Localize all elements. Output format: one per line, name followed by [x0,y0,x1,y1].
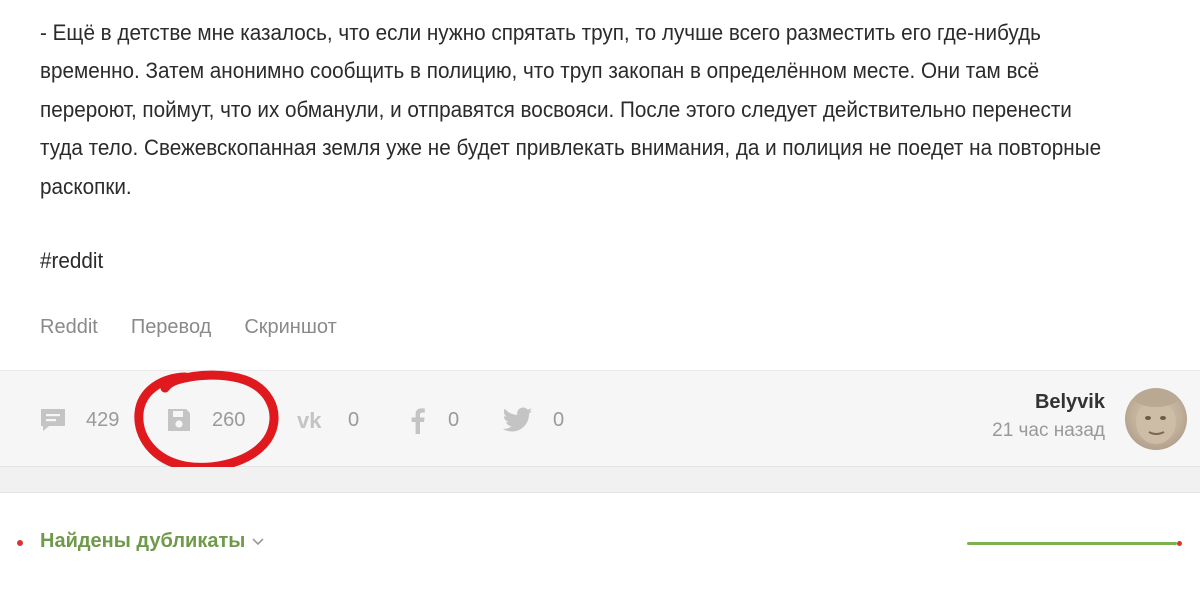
duplicates-indicator-dot [17,540,23,546]
author-name[interactable]: Belyvik [992,391,1105,414]
post-time: 21 час назад [992,420,1105,441]
tag-screenshot[interactable]: Скриншот [244,316,336,339]
share-facebook-button[interactable]: 0 [403,403,459,437]
story-hashtag[interactable]: #reddit [40,248,103,274]
author-block: Belyvik 21 час назад [992,391,1105,442]
annotation-circle [134,370,279,472]
comment-icon [38,405,68,435]
story-tags: Reddit Перевод Скриншот [40,316,337,339]
facebook-icon [403,405,433,435]
duplicates-label: Найдены дубликаты [40,530,246,552]
duplicates-progress-bar [967,542,1177,545]
section-separator [0,467,1200,493]
avatar[interactable] [1125,388,1187,450]
story-footer: 429 260 vk 0 0 0 Belyvik 21 час назад [0,370,1200,472]
chevron-down-icon [251,530,265,553]
facebook-count: 0 [448,408,460,431]
duplicates-bar-end-dot [1177,541,1182,546]
svg-text:vk: vk [297,408,322,432]
duplicates-row: Найдены дубликаты [0,494,1200,592]
tag-translation[interactable]: Перевод [131,316,212,339]
duplicates-toggle[interactable]: Найдены дубликаты [40,530,265,553]
comments-button[interactable]: 429 [38,403,119,437]
share-twitter-button[interactable]: 0 [503,403,564,437]
tag-reddit[interactable]: Reddit [40,316,98,339]
twitter-icon [503,405,533,435]
comments-count: 429 [86,408,120,431]
share-vk-button[interactable]: vk 0 [296,403,359,437]
story-text: - Ещё в детстве мне казалось, что если н… [40,20,1102,199]
vk-icon: vk [296,405,332,435]
twitter-count: 0 [553,408,565,431]
vk-count: 0 [348,408,360,431]
